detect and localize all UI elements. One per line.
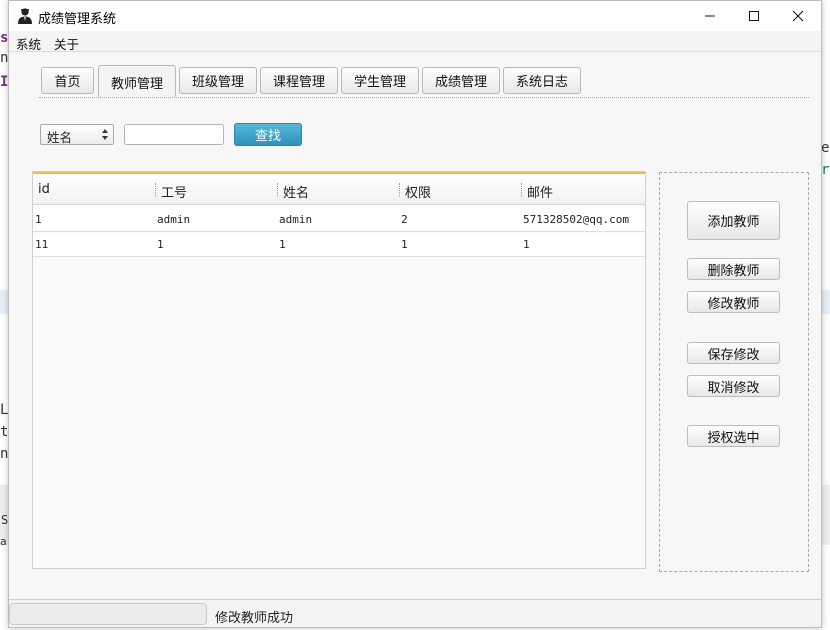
cell-permission: 1 — [401, 238, 408, 251]
search-button[interactable]: 查找 — [234, 123, 302, 146]
column-header-permission[interactable]: 权限 — [405, 182, 431, 201]
maximize-button[interactable] — [731, 1, 777, 31]
search-input[interactable] — [124, 124, 224, 145]
tab-course-management[interactable]: 课程管理 — [260, 67, 338, 94]
cell-id: 1 — [35, 213, 42, 226]
title-bar[interactable]: 成绩管理系统 — [9, 1, 821, 31]
tab-divider — [39, 97, 809, 98]
status-progress-bar — [9, 603, 207, 625]
tab-score-management[interactable]: 成绩管理 — [422, 67, 500, 94]
cell-name: 1 — [279, 238, 286, 251]
tab-teacher-management[interactable]: 教师管理 — [98, 65, 176, 98]
status-bar: 修改教师成功 — [9, 599, 821, 627]
minimize-icon — [705, 15, 715, 17]
tab-bar: 首页 教师管理 班级管理 课程管理 学生管理 成绩管理 系统日志 — [9, 61, 821, 99]
action-panel: 添加教师 删除教师 修改教师 保存修改 取消修改 授权选中 — [659, 172, 809, 572]
delete-teacher-button[interactable]: 删除教师 — [687, 258, 780, 280]
column-header-name[interactable]: 姓名 — [283, 182, 309, 201]
minimize-button[interactable] — [687, 1, 733, 31]
cell-email: 1 — [523, 238, 530, 251]
close-icon — [792, 10, 804, 22]
user-agent-icon — [18, 8, 32, 24]
search-field-value: 姓名 — [47, 130, 73, 145]
column-header-id[interactable]: id — [38, 182, 50, 197]
tab-home[interactable]: 首页 — [41, 67, 94, 94]
column-header-email[interactable]: 邮件 — [527, 182, 553, 201]
background-fragment: e — [821, 140, 830, 156]
column-separator — [399, 183, 400, 197]
cell-job-number: 1 — [157, 238, 164, 251]
teacher-table: id 工号 姓名 权限 邮件 1 admin admin 2 571328502… — [32, 171, 646, 569]
column-header-job-number[interactable]: 工号 — [161, 182, 187, 201]
search-field-select[interactable]: 姓名 — [40, 124, 114, 145]
edit-teacher-button[interactable]: 修改教师 — [687, 291, 780, 313]
close-button[interactable] — [775, 1, 821, 31]
status-message: 修改教师成功 — [215, 611, 294, 626]
cell-id: 11 — [35, 238, 49, 251]
column-separator — [277, 183, 278, 197]
cell-job-number: admin — [157, 213, 191, 226]
app-window: 成绩管理系统 系统 关于 首页 教师管理 班级管理 课程管理 学生管理 成绩管理… — [8, 0, 822, 628]
column-separator — [521, 183, 522, 197]
tab-class-management[interactable]: 班级管理 — [179, 67, 257, 94]
cell-name: admin — [279, 213, 313, 226]
menu-bar: 系统 关于 — [9, 31, 821, 52]
cell-email: 571328502@qq.com — [523, 213, 629, 226]
background-fragment: r — [821, 162, 830, 178]
background-fragment: a — [0, 535, 7, 548]
tab-student-management[interactable]: 学生管理 — [341, 67, 419, 94]
grant-selected-button[interactable]: 授权选中 — [687, 425, 780, 447]
table-row[interactable]: 11 1 1 1 1 — [33, 233, 645, 257]
save-changes-button[interactable]: 保存修改 — [687, 342, 780, 364]
add-teacher-button[interactable]: 添加教师 — [687, 201, 780, 240]
table-row[interactable]: 1 admin admin 2 571328502@qq.com — [33, 208, 645, 232]
column-separator — [155, 183, 156, 197]
updown-arrows-icon — [102, 129, 108, 140]
cell-permission: 2 — [401, 213, 408, 226]
tab-system-log[interactable]: 系统日志 — [503, 67, 581, 94]
menu-item-about[interactable]: 关于 — [54, 34, 79, 53]
window-title: 成绩管理系统 — [38, 12, 117, 27]
menu-item-system[interactable]: 系统 — [16, 34, 41, 53]
maximize-icon — [749, 11, 759, 21]
cancel-changes-button[interactable]: 取消修改 — [687, 375, 780, 397]
table-header: id 工号 姓名 权限 邮件 — [33, 174, 645, 205]
